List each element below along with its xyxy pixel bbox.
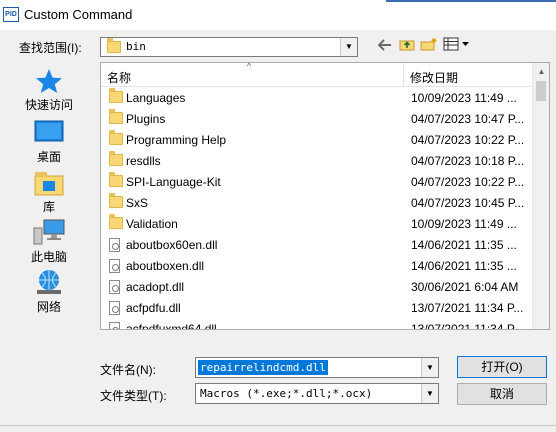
place-network[interactable]: 网络	[4, 268, 94, 315]
folder-icon	[107, 38, 121, 53]
dll-file-icon	[109, 301, 120, 315]
dll-file-icon	[109, 322, 120, 329]
file-name: acfpdfuxmd64.dll	[126, 322, 217, 330]
library-icon	[34, 172, 64, 196]
file-date: 04/07/2023 10:18 P...	[411, 154, 525, 168]
file-date: 13/07/2021 11:34 P...	[411, 301, 524, 315]
file-row[interactable]: aboutbox60en.dll 14/06/2021 11:35 ...	[101, 235, 533, 256]
dll-file-icon	[109, 259, 120, 273]
file-type-select[interactable]: Macros (*.exe;*.dll;*.ocx) ▼	[195, 383, 439, 404]
folder-icon	[109, 172, 123, 187]
column-divider[interactable]	[403, 63, 404, 87]
folder-row[interactable]: resdlls 04/07/2023 10:18 P...	[101, 151, 533, 172]
file-name: aboutboxen.dll	[126, 259, 205, 273]
file-name: resdlls	[126, 154, 161, 168]
file-date: 04/07/2023 10:22 P...	[411, 133, 525, 147]
file-name-label: 文件名(N):	[100, 363, 156, 377]
file-date: 04/07/2023 10:22 P...	[411, 175, 525, 189]
folder-row[interactable]: SPI-Language-Kit 04/07/2023 10:22 P...	[101, 172, 533, 193]
folder-icon	[109, 214, 123, 229]
dll-file-icon	[109, 280, 120, 294]
file-name-input[interactable]: repairrelindcmd.dll ▼	[195, 357, 439, 378]
place-desktop[interactable]: 桌面	[4, 120, 94, 165]
column-header-name[interactable]: 名称	[107, 69, 131, 86]
scroll-thumb[interactable]	[536, 81, 546, 101]
look-in-label: 查找范围(I):	[19, 41, 82, 55]
dll-file-icon	[109, 238, 120, 252]
folder-icon	[109, 151, 123, 166]
file-row[interactable]: acfpdfuxmd64.dll 13/07/2021 11:34 P...	[101, 319, 533, 330]
file-name-value: repairrelindcmd.dll	[198, 360, 328, 375]
file-date: 04/07/2023 10:45 P...	[411, 196, 525, 210]
place-label: 此电脑	[30, 250, 67, 264]
network-icon	[37, 270, 61, 294]
chevron-down-icon[interactable]: ▼	[421, 358, 438, 377]
title-edge	[386, 0, 556, 2]
file-name: Languages	[126, 91, 186, 105]
new-folder-icon[interactable]	[418, 37, 440, 57]
file-date: 13/07/2021 11:34 P...	[411, 322, 524, 330]
place-quick-access[interactable]: 快速访问	[4, 68, 94, 113]
chevron-down-icon[interactable]: ▼	[421, 384, 438, 403]
look-in-value: bin	[126, 40, 146, 53]
file-date: 30/06/2021 6:04 AM	[411, 280, 519, 294]
cancel-button[interactable]: 取消	[457, 383, 547, 405]
desktop-icon	[34, 120, 64, 142]
file-date: 10/09/2023 11:49 ...	[411, 91, 517, 105]
file-type-value: Macros (*.exe;*.dll;*.ocx)	[200, 387, 373, 400]
folder-icon	[109, 88, 123, 103]
place-label: 网络	[36, 300, 61, 314]
place-this-pc[interactable]: 此电脑	[4, 218, 94, 265]
chevron-down-icon[interactable]: ▼	[340, 38, 357, 56]
view-menu-icon[interactable]	[442, 37, 472, 57]
column-header-date[interactable]: 修改日期	[410, 69, 458, 86]
sort-caret-icon: ^	[247, 62, 252, 71]
computer-icon	[33, 219, 65, 245]
scroll-up-icon[interactable]: ▲	[533, 63, 549, 80]
file-name: acfpdfu.dll	[126, 301, 181, 315]
up-folder-icon[interactable]	[396, 37, 418, 57]
folder-icon	[109, 130, 123, 145]
file-name: SPI-Language-Kit	[126, 175, 221, 189]
place-label: 库	[42, 200, 55, 214]
folder-row[interactable]: SxS 04/07/2023 10:45 P...	[101, 193, 533, 214]
folder-row[interactable]: Plugins 04/07/2023 10:47 P...	[101, 109, 533, 130]
file-row[interactable]: acadopt.dll 30/06/2021 6:04 AM	[101, 277, 533, 298]
file-name: SxS	[126, 196, 149, 210]
file-name: aboutbox60en.dll	[126, 238, 218, 252]
folder-row[interactable]: Validation 10/09/2023 11:49 ...	[101, 214, 533, 235]
file-type-label: 文件类型(T):	[100, 389, 167, 403]
folder-row[interactable]: Programming Help 04/07/2023 10:22 P...	[101, 130, 533, 151]
place-label: 快速访问	[24, 98, 73, 112]
look-in-combo[interactable]: bin ▼	[100, 37, 358, 57]
star-icon	[36, 69, 62, 93]
title-bar: PID Custom Command	[0, 0, 556, 30]
file-name: Plugins	[126, 112, 166, 126]
file-date: 14/06/2021 11:35 ...	[411, 238, 517, 252]
place-library[interactable]: 库	[4, 170, 94, 215]
list-header: 名称 ^ 修改日期	[101, 63, 533, 87]
status-strip	[0, 425, 556, 432]
folder-row[interactable]: Languages 10/09/2023 11:49 ...	[101, 88, 533, 109]
file-name: Validation	[126, 217, 178, 231]
file-row[interactable]: aboutboxen.dll 14/06/2021 11:35 ...	[101, 256, 533, 277]
place-label: 桌面	[36, 150, 61, 164]
open-button[interactable]: 打开(O)	[457, 356, 547, 378]
file-row[interactable]: acfpdfu.dll 13/07/2021 11:34 P...	[101, 298, 533, 319]
vertical-scrollbar[interactable]: ▲	[532, 63, 549, 329]
app-icon: PID	[3, 7, 19, 22]
file-date: 14/06/2021 11:35 ...	[411, 259, 517, 273]
places-bar: 快速访问 桌面 库 此电脑 网络	[4, 62, 94, 328]
window-title: Custom Command	[24, 7, 133, 22]
folder-icon	[109, 193, 123, 208]
file-date: 10/09/2023 11:49 ...	[411, 217, 517, 231]
file-date: 04/07/2023 10:47 P...	[411, 112, 525, 126]
file-list[interactable]: 名称 ^ 修改日期 Languages 10/09/2023 11:49 ... P…	[100, 62, 550, 330]
file-name: acadopt.dll	[126, 280, 185, 294]
back-arrow-icon[interactable]	[374, 37, 396, 57]
file-name: Programming Help	[126, 133, 227, 147]
folder-icon	[109, 109, 123, 124]
